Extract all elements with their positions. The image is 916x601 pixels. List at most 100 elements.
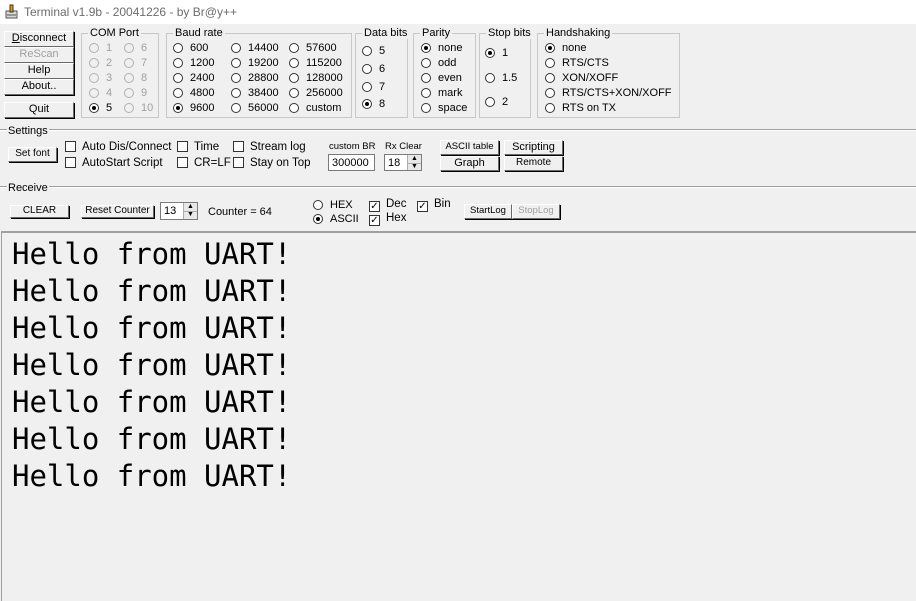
handshaking-option-rts-on-tx[interactable]: RTS on TX xyxy=(545,102,616,114)
about-label: About.. xyxy=(21,80,57,92)
parity-option-none[interactable]: none xyxy=(421,42,462,54)
baud-option-128000[interactable]: 128000 xyxy=(289,72,343,84)
rx-clear-spinner[interactable]: 18 ▲ ▼ xyxy=(384,154,422,171)
parity-option-even[interactable]: even xyxy=(421,72,462,84)
dec-checkbox[interactable]: ✓ Dec xyxy=(369,198,406,212)
com-port-option-1[interactable]: 1 xyxy=(89,42,112,54)
autostart-script-checkbox[interactable]: AutoStart Script xyxy=(65,157,163,170)
hex-mode-radio[interactable]: HEX xyxy=(313,199,353,211)
data-bits-option-6[interactable]: 6 xyxy=(362,63,385,75)
hex-checkbox[interactable]: ✓ Hex xyxy=(369,212,406,226)
graph-button[interactable]: Graph xyxy=(440,156,499,171)
baud-option-600[interactable]: 600 xyxy=(173,42,208,54)
stay-on-top-checkbox[interactable]: Stay on Top xyxy=(233,157,311,170)
counter-display: Counter = 64 xyxy=(208,206,272,218)
data-bits-option-8[interactable]: 8 xyxy=(362,98,385,110)
radio-icon xyxy=(485,73,495,83)
radio-icon xyxy=(231,103,241,113)
quit-button[interactable]: Quit xyxy=(4,102,74,118)
stop-bits-option-2[interactable]: 2 xyxy=(485,96,508,108)
received-line: Hello from UART! xyxy=(12,348,292,382)
com-port-option-3[interactable]: 3 xyxy=(89,72,112,84)
stop-bits-option-1[interactable]: 1 xyxy=(485,47,508,59)
baud-option-56000[interactable]: 56000 xyxy=(231,102,279,114)
stop-bits-option-1-5[interactable]: 1.5 xyxy=(485,72,517,84)
auto-dis-connect-checkbox[interactable]: Auto Dis/Connect xyxy=(65,141,172,154)
baud-option-115200[interactable]: 115200 xyxy=(289,57,342,69)
handshaking-option-xon-xoff[interactable]: XON/XOFF xyxy=(545,72,618,84)
checkbox-icon xyxy=(233,141,244,152)
bin-checkbox[interactable]: ✓ Bin xyxy=(417,198,451,212)
com-port-option-6[interactable]: 6 xyxy=(124,42,147,54)
stream-log-checkbox[interactable]: Stream log xyxy=(233,141,306,154)
com-port-option-9[interactable]: 9 xyxy=(124,87,147,99)
radio-icon xyxy=(545,73,555,83)
baud-option-256000[interactable]: 256000 xyxy=(289,87,343,99)
com-port-option-4[interactable]: 4 xyxy=(89,87,112,99)
data-bits-option-7[interactable]: 7 xyxy=(362,81,385,93)
com-port-option-10[interactable]: 10 xyxy=(124,102,153,114)
baud-option-1200[interactable]: 1200 xyxy=(173,57,214,69)
ascii-table-button[interactable]: ASCII table xyxy=(440,140,499,155)
terminal-app-icon xyxy=(5,4,18,19)
radio-icon xyxy=(231,73,241,83)
help-button[interactable]: Help xyxy=(4,63,74,79)
spin-down-icon[interactable]: ▼ xyxy=(408,163,421,171)
com-port-option-5[interactable]: 5 xyxy=(89,102,112,114)
reset-counter-button[interactable]: Reset Counter xyxy=(81,205,154,218)
cr-lf-checkbox[interactable]: CR=LF xyxy=(177,157,231,170)
baud-option-custom[interactable]: custom xyxy=(289,102,341,114)
disconnect-label-accesskey: D xyxy=(11,32,20,44)
radio-icon xyxy=(362,64,372,74)
receive-divider xyxy=(0,186,916,188)
time-checkbox[interactable]: Time xyxy=(177,141,219,154)
about-button[interactable]: About.. xyxy=(4,79,74,95)
baud-option-19200[interactable]: 19200 xyxy=(231,57,279,69)
stoplog-button[interactable]: StopLog xyxy=(512,204,560,219)
rx-clear-value: 18 xyxy=(388,157,401,169)
disconnect-button[interactable]: Disconnect xyxy=(4,31,74,47)
radio-icon xyxy=(231,58,241,68)
set-font-button[interactable]: Set font xyxy=(8,147,57,162)
startlog-button[interactable]: StartLog xyxy=(464,204,512,219)
handshaking-option-none[interactable]: none xyxy=(545,42,586,54)
baud-option-28800[interactable]: 28800 xyxy=(231,72,279,84)
com-port-option-2[interactable]: 2 xyxy=(89,57,112,69)
remote-button[interactable]: Remote xyxy=(504,156,563,171)
rescan-label: ReScan xyxy=(19,48,59,60)
received-line: Hello from UART! xyxy=(12,385,292,419)
received-line: Hello from UART! xyxy=(12,459,292,493)
counter-spinner[interactable]: 13 ▲ ▼ xyxy=(160,202,198,220)
parity-option-odd[interactable]: odd xyxy=(421,57,456,69)
scripting-button[interactable]: Scripting xyxy=(504,140,563,155)
radio-icon xyxy=(124,88,134,98)
checkbox-icon xyxy=(177,141,188,152)
com-port-option-7[interactable]: 7 xyxy=(124,57,147,69)
parity-option-space[interactable]: space xyxy=(421,102,467,114)
window-title: Terminal v1.9b - 20041226 - by Br@y++ xyxy=(24,5,237,19)
baud-option-4800[interactable]: 4800 xyxy=(173,87,214,99)
data-bits-title: Data bits xyxy=(362,27,410,39)
radio-icon xyxy=(289,73,299,83)
radio-icon xyxy=(289,43,299,53)
baud-option-2400[interactable]: 2400 xyxy=(173,72,214,84)
baud-option-38400[interactable]: 38400 xyxy=(231,87,279,99)
com-port-option-8[interactable]: 8 xyxy=(124,72,147,84)
com-port-title: COM Port xyxy=(88,27,141,39)
parity-option-mark[interactable]: mark xyxy=(421,87,462,99)
handshaking-option-rts-cts[interactable]: RTS/CTS xyxy=(545,57,609,69)
ascii-mode-radio[interactable]: ASCII xyxy=(313,213,359,225)
checkmark-icon: ✓ xyxy=(369,215,380,226)
custom-br-input[interactable]: 300000 xyxy=(328,154,375,171)
clear-button[interactable]: CLEAR xyxy=(10,205,69,218)
baud-option-9600[interactable]: 9600 xyxy=(173,102,214,114)
radio-icon xyxy=(289,58,299,68)
baud-option-57600[interactable]: 57600 xyxy=(289,42,337,54)
radio-icon xyxy=(231,88,241,98)
receive-output-area[interactable]: Hello from UART! Hello from UART! Hello … xyxy=(1,231,916,601)
handshaking-option-rts-cts-xon-xoff[interactable]: RTS/CTS+XON/XOFF xyxy=(545,87,672,99)
rescan-button[interactable]: ReScan xyxy=(4,47,74,63)
data-bits-option-5[interactable]: 5 xyxy=(362,45,385,57)
spin-down-icon[interactable]: ▼ xyxy=(184,211,197,219)
baud-option-14400[interactable]: 14400 xyxy=(231,42,279,54)
